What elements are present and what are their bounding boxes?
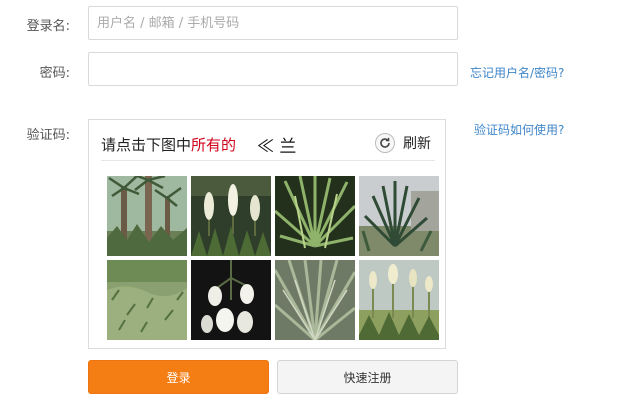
plant-photo-icon — [191, 176, 271, 256]
captcha-divider — [101, 160, 435, 161]
plant-photo-icon — [107, 260, 187, 340]
captcha-refresh-button[interactable]: 刷新 — [375, 132, 431, 154]
captcha-panel: 请点击下图中所有的 ≪ 兰 刷新 — [88, 119, 446, 349]
plant-photo-icon — [359, 176, 439, 256]
forgot-password-link[interactable]: 忘记用户名/密码? — [470, 64, 564, 81]
register-button[interactable]: 快速注册 — [277, 360, 458, 394]
captcha-tile-2[interactable] — [191, 176, 271, 256]
captcha-label: 验证码: — [26, 128, 70, 143]
plant-photo-icon — [107, 176, 187, 256]
captcha-target-glyph: ≪ 兰 — [257, 137, 297, 157]
captcha-instruction: 请点击下图中所有的 — [101, 134, 236, 155]
plant-photo-icon — [191, 260, 271, 340]
password-input[interactable] — [88, 52, 458, 86]
password-label: 密码: — [39, 66, 70, 81]
plant-photo-icon — [275, 176, 355, 256]
captcha-tile-4[interactable] — [359, 176, 439, 256]
captcha-tile-8[interactable] — [359, 260, 439, 340]
refresh-label: 刷新 — [403, 136, 431, 152]
captcha-tile-6[interactable] — [191, 260, 271, 340]
refresh-icon — [375, 133, 395, 153]
captcha-tile-3[interactable] — [275, 176, 355, 256]
username-label: 登录名: — [26, 19, 70, 34]
captcha-help-link[interactable]: 验证码如何使用? — [474, 121, 564, 138]
captcha-tile-5[interactable] — [107, 260, 187, 340]
captcha-tile-7[interactable] — [275, 260, 355, 340]
login-button[interactable]: 登录 — [88, 360, 269, 394]
username-input[interactable] — [88, 6, 458, 40]
plant-photo-icon — [275, 260, 355, 340]
captcha-tile-1[interactable] — [107, 176, 187, 256]
captcha-header: 请点击下图中所有的 ≪ 兰 刷新 — [101, 132, 435, 157]
plant-photo-icon — [359, 260, 439, 340]
captcha-instruction-prefix: 请点击下图中 — [101, 136, 192, 154]
captcha-instruction-emphasis: 所有的 — [191, 136, 237, 154]
